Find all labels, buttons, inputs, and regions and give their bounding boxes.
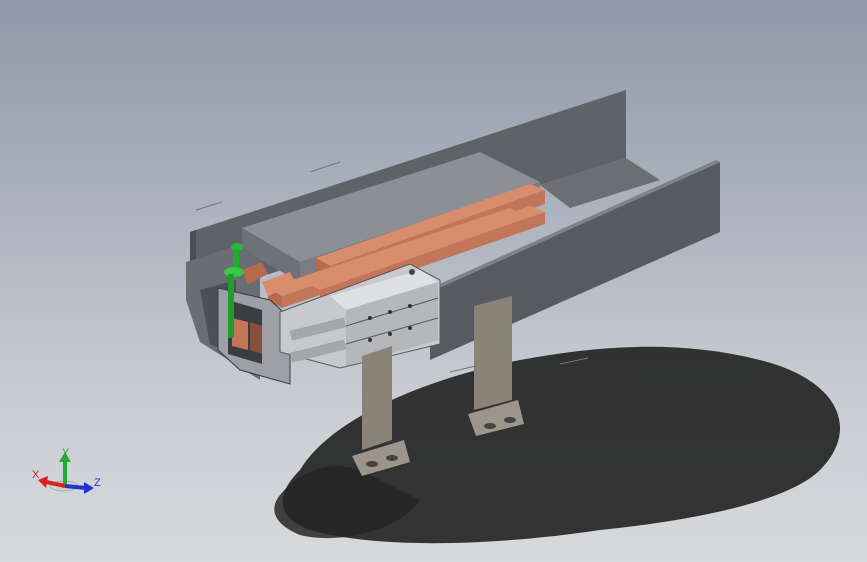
z-axis-label: Z bbox=[94, 477, 101, 489]
model-view[interactable] bbox=[0, 0, 867, 562]
coordinate-triad: Y X Z bbox=[32, 447, 101, 494]
x-axis-label: X bbox=[32, 469, 40, 481]
graphics-viewport[interactable]: Y X Z bbox=[0, 0, 867, 562]
ground-shadow bbox=[274, 346, 840, 544]
y-axis-label: Y bbox=[62, 447, 70, 459]
